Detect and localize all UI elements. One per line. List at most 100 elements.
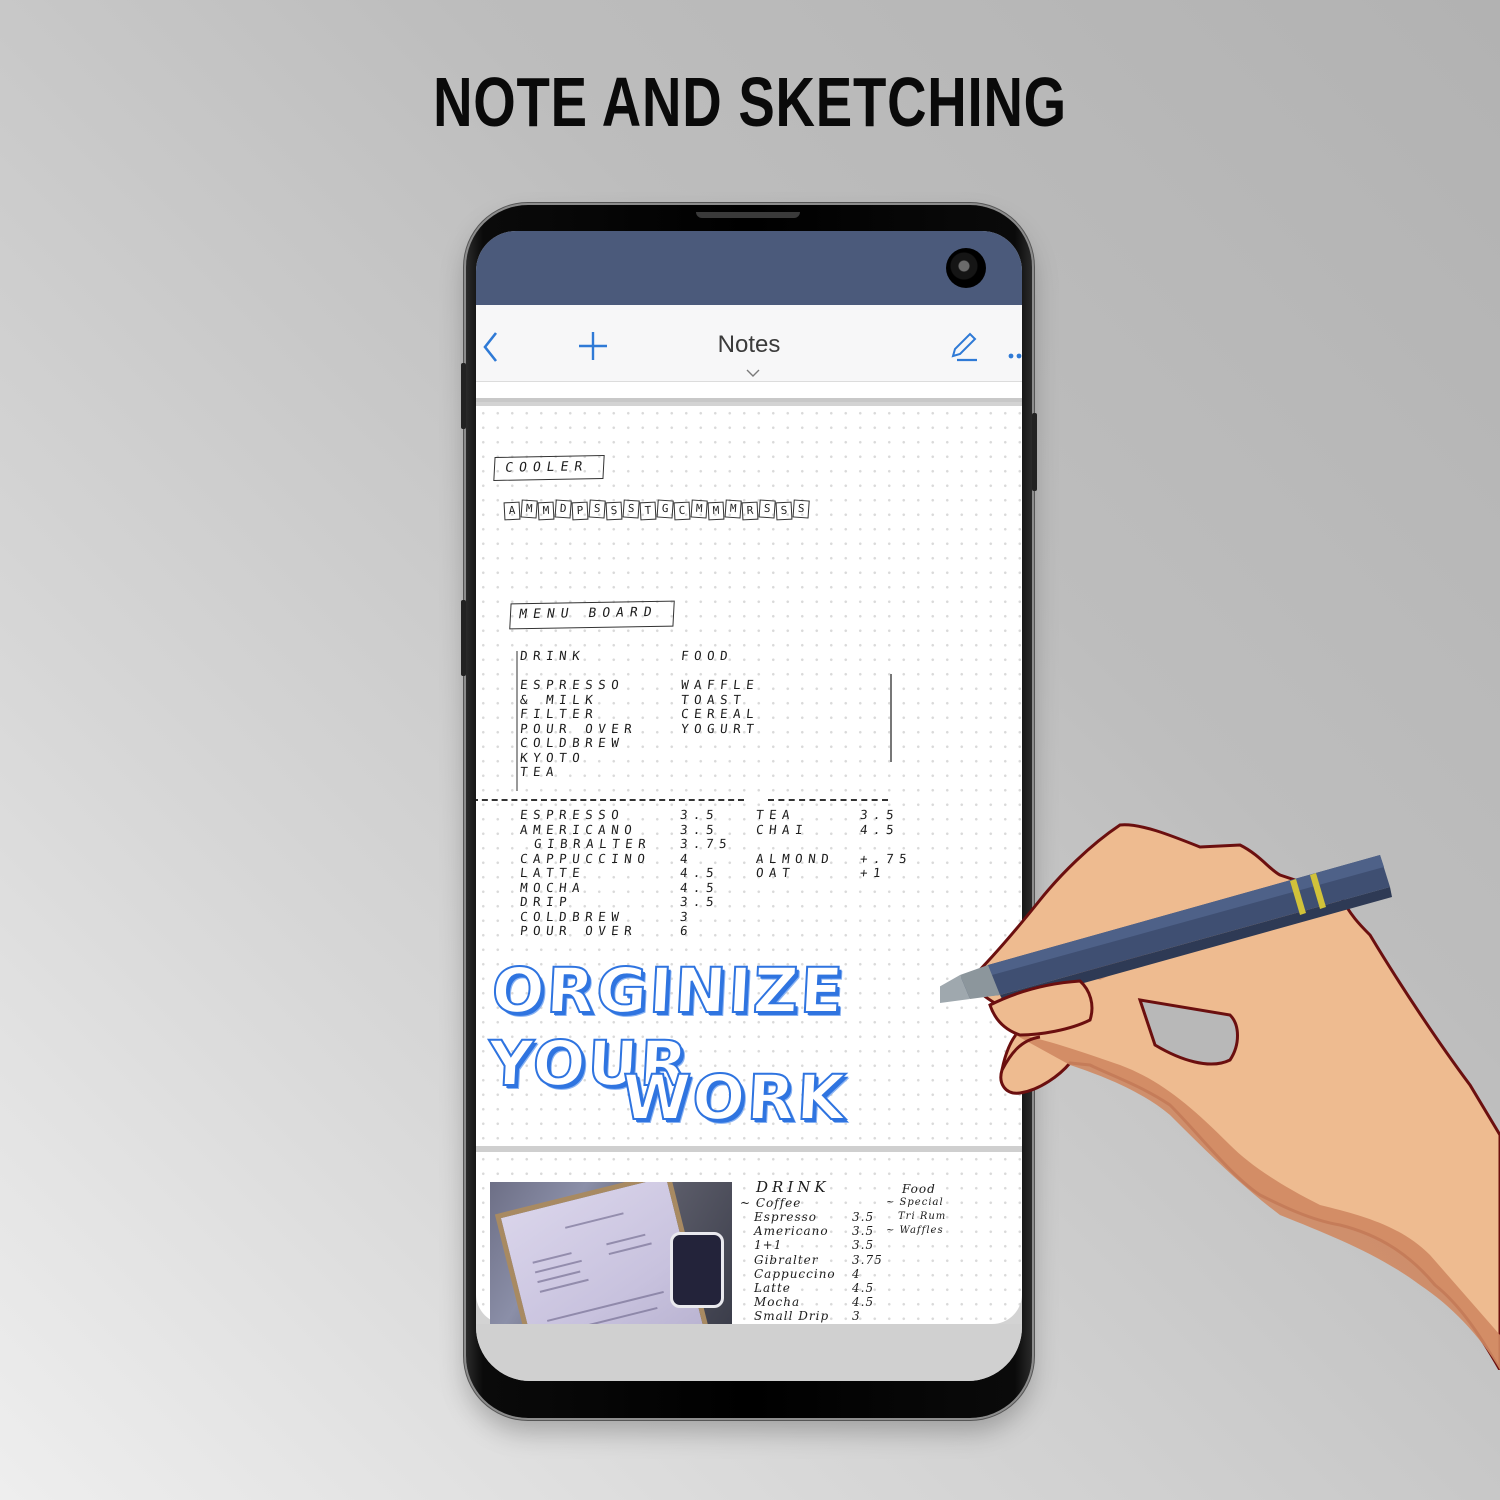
page2-price: 4.5 bbox=[852, 1295, 875, 1310]
drink-item: KYOTO bbox=[519, 749, 587, 765]
status-bar bbox=[476, 231, 1022, 305]
price-item: DRIP bbox=[519, 894, 573, 909]
page2-price: 3.5 bbox=[852, 1224, 875, 1239]
page2-food-list: ~ Special Tri Rum ~ Waffles bbox=[886, 1196, 946, 1239]
notebook-dropdown-button[interactable] bbox=[746, 364, 760, 382]
page2-price: 4 bbox=[852, 1266, 861, 1281]
cooler-tile: T bbox=[639, 501, 657, 521]
page2-food-item: ~ Waffles bbox=[886, 1225, 944, 1237]
price-item: ALMOND bbox=[755, 850, 836, 866]
drink-header: DRINK bbox=[519, 648, 587, 663]
cooler-tile: P bbox=[571, 501, 589, 521]
price-item: CAPPUCCINO bbox=[519, 850, 652, 866]
divider-line bbox=[890, 674, 892, 762]
cooler-tile: M bbox=[707, 501, 725, 521]
price-item: ESPRESSO bbox=[519, 807, 626, 822]
more-button[interactable] bbox=[1008, 346, 1022, 364]
cooler-label-box: COOLER bbox=[493, 455, 605, 481]
menu-board-label-box: MENU BOARD bbox=[509, 600, 675, 630]
price-value: 3.5 bbox=[679, 821, 720, 837]
page2-item: Cappuccino bbox=[754, 1266, 836, 1281]
price-item: TEA bbox=[755, 807, 796, 822]
dashed-separator bbox=[476, 799, 744, 801]
volume-up-button bbox=[461, 363, 466, 429]
price-value: 3.5 bbox=[859, 807, 900, 822]
page2-item: Espresso bbox=[754, 1210, 817, 1224]
margin-line bbox=[516, 651, 518, 791]
cooler-tile: R bbox=[741, 501, 759, 521]
page2-item: Gibralter bbox=[754, 1252, 819, 1267]
page2-item: Mocha bbox=[754, 1295, 801, 1310]
price-value: 6 bbox=[679, 923, 694, 938]
food-list: WAFFLE TOAST CEREAL YOGURT bbox=[680, 677, 761, 736]
price-item: CHAI bbox=[755, 821, 809, 837]
price-item: OAT bbox=[755, 865, 796, 880]
price-value: 4 bbox=[679, 850, 694, 866]
chevron-down-icon bbox=[746, 369, 760, 377]
drink-item: TEA bbox=[519, 764, 560, 779]
toolbar-separator bbox=[476, 382, 1022, 402]
edit-button[interactable] bbox=[948, 330, 980, 367]
page2-price: 3.5 bbox=[852, 1210, 875, 1224]
cooler-tile: S bbox=[622, 499, 640, 519]
page2-item: Americano bbox=[754, 1224, 829, 1239]
page2-coffee-subheader: ~ Coffee bbox=[740, 1196, 802, 1210]
cooler-tile: S bbox=[758, 499, 776, 519]
price-value: +.75 bbox=[859, 850, 913, 866]
price-value: 3 bbox=[679, 908, 694, 924]
price-value: 3.5 bbox=[679, 807, 720, 822]
power-button bbox=[1032, 413, 1037, 491]
food-item: WAFFLE bbox=[680, 677, 761, 692]
page2-price: 3 bbox=[852, 1309, 861, 1324]
hand-with-stylus-illustration bbox=[940, 823, 1500, 1370]
price-value: 4.5 bbox=[859, 821, 900, 837]
cooler-tile: S bbox=[792, 499, 810, 519]
headline: NOTE AND SKETCHING bbox=[433, 63, 1067, 141]
cooler-tiles: A M M D P S S S T G C M M M R S S S bbox=[503, 499, 810, 521]
price-value: 3.75 bbox=[679, 836, 733, 851]
price-item: LATTE bbox=[519, 865, 587, 880]
cooler-tile: C bbox=[673, 501, 691, 521]
drink-item: FILTER bbox=[519, 706, 600, 721]
page2-food-item: ~ Special bbox=[886, 1197, 944, 1208]
food-item: TOAST bbox=[680, 691, 748, 707]
cooler-tile: M bbox=[724, 499, 742, 519]
price-value: 4.5 bbox=[679, 865, 720, 880]
cooler-tile: M bbox=[537, 501, 555, 521]
menu-board-label: MENU BOARD bbox=[517, 604, 659, 623]
page2-price: 4.5 bbox=[852, 1280, 875, 1295]
cooler-tile: M bbox=[690, 499, 708, 519]
page2-food-item: Tri Rum bbox=[898, 1211, 947, 1223]
notebook-title[interactable]: Notes bbox=[476, 331, 1022, 359]
drink-item: POUR OVER bbox=[519, 720, 639, 736]
cooler-tile: S bbox=[775, 501, 793, 521]
more-horizontal-icon bbox=[1008, 353, 1022, 359]
price-item: POUR OVER bbox=[519, 923, 639, 938]
volume-down-button bbox=[461, 600, 466, 676]
cooler-tile: M bbox=[520, 499, 538, 519]
page2-food-header: Food bbox=[902, 1182, 936, 1196]
food-item: YOGURT bbox=[680, 720, 761, 736]
pen-icon bbox=[951, 332, 977, 362]
cooler-tile: A bbox=[503, 501, 521, 521]
price-value: +1 bbox=[859, 865, 887, 880]
cooler-tile: G bbox=[656, 499, 674, 519]
page2-item: 1+1 bbox=[754, 1238, 783, 1253]
price-item: MOCHA bbox=[519, 879, 587, 895]
menu-photo[interactable] bbox=[490, 1182, 732, 1324]
cooler-label: COOLER bbox=[503, 459, 590, 476]
drink-item: & MILK bbox=[519, 691, 600, 707]
navigation-bar: Notes bbox=[476, 305, 1022, 382]
drink-item: ESPRESSO bbox=[519, 677, 626, 692]
price-item: GIBRALTER bbox=[533, 836, 653, 851]
page2-price: 3.5 bbox=[852, 1238, 875, 1253]
earpiece-speaker bbox=[696, 212, 800, 218]
lettering-line-2: WORK bbox=[619, 1060, 850, 1135]
price-item: COLDBREW bbox=[519, 908, 626, 924]
front-camera-icon bbox=[946, 248, 986, 288]
cooler-tile: S bbox=[588, 499, 606, 519]
page2-item: Small Drip bbox=[754, 1309, 830, 1324]
photo-sticker bbox=[670, 1232, 724, 1308]
cooler-tile: S bbox=[605, 501, 623, 521]
price-item: AMERICANO bbox=[519, 821, 639, 837]
